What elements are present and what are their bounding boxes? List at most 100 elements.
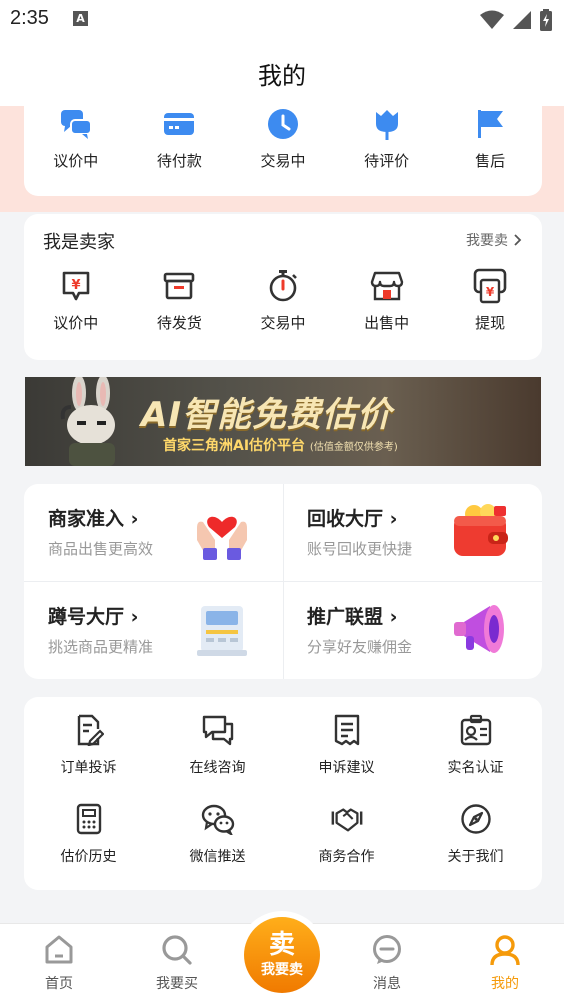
chat-icon: [201, 713, 235, 747]
status-bar: 2:35 A: [0, 0, 564, 40]
service-about-us[interactable]: 关于我们: [411, 802, 540, 866]
tab-buy[interactable]: 我要买: [132, 934, 222, 993]
megaphone-icon: [454, 605, 504, 653]
service-wechat-push[interactable]: 微信推送: [153, 802, 282, 866]
service-appeal-suggestion[interactable]: 申诉建议: [282, 713, 411, 777]
heart-hands-icon: [197, 516, 247, 560]
order-item-to-review[interactable]: 待评价: [335, 106, 439, 171]
order-item-label: 待付款: [156, 152, 202, 170]
order-item-label: 议价中: [53, 152, 99, 170]
seller-row: ¥ 议价中 待发货 交易中 出售中 ¥ 提现: [24, 268, 542, 333]
tab-label: 我的: [491, 976, 519, 992]
sell-link[interactable]: 我要卖: [466, 230, 522, 250]
seller-item-in-trade[interactable]: 交易中: [231, 268, 335, 333]
message-icon: [373, 935, 401, 964]
ai-valuation-banner[interactable]: AI智能免费估价 首家三角洲AI估价平台 (估值金额仅供参考): [25, 377, 541, 466]
shop-icon: [369, 268, 405, 304]
service-label: 在线咨询: [189, 760, 246, 776]
box-icon: [161, 268, 197, 304]
banner-headline: AI智能免费估价: [141, 395, 392, 435]
svg-text:¥: ¥: [71, 278, 80, 293]
home-icon: [45, 935, 73, 964]
services-card: 订单投诉 在线咨询 申诉建议 实名认证 估价历史 微信推送 商务合作 关于我们: [24, 697, 542, 890]
service-label: 实名认证: [447, 760, 504, 776]
compass-icon: [459, 802, 493, 836]
service-real-name-auth[interactable]: 实名认证: [411, 713, 540, 777]
register-icon: [197, 606, 247, 656]
yen-bubble-icon: ¥: [58, 268, 94, 304]
feature-subtitle: 挑选商品更精准: [48, 638, 154, 656]
feature-title: 推广联盟 ›: [307, 606, 398, 628]
tab-label: 首页: [45, 976, 73, 992]
tab-label: 消息: [373, 976, 401, 992]
seller-item-label: 出售中: [364, 314, 410, 332]
feature-subtitle: 商品出售更高效: [48, 540, 154, 558]
flag-icon: [472, 106, 508, 142]
tab-profile[interactable]: 我的: [460, 934, 550, 993]
chevron-right-icon: [514, 234, 522, 246]
service-valuation-history[interactable]: 估价历史: [24, 802, 153, 866]
seller-item-on-sale[interactable]: 出售中: [335, 268, 439, 333]
feature-promotion-alliance[interactable]: 推广联盟 › 分享好友赚佣金: [283, 582, 542, 679]
svg-text:¥: ¥: [486, 285, 495, 299]
tab-label: 我要买: [156, 976, 198, 992]
feature-recycle-hall[interactable]: 回收大厅 › 账号回收更快捷: [283, 484, 542, 581]
feature-subtitle: 分享好友赚佣金: [307, 638, 413, 656]
card-icon: [161, 106, 197, 142]
order-item-negotiating[interactable]: 议价中: [24, 106, 128, 171]
battery-icon: [540, 9, 552, 31]
seller-item-withdraw[interactable]: ¥ 提现: [438, 268, 542, 333]
service-label: 申诉建议: [318, 760, 375, 776]
orders-card: 议价中 待付款 交易中 待评价 售后: [24, 106, 542, 196]
status-indicators: [480, 9, 552, 31]
rabbit-mascot-icon: [60, 377, 115, 466]
wifi-icon: [480, 10, 504, 29]
banner-note: (估值金额仅供参考): [309, 442, 398, 453]
service-label: 估价历史: [60, 849, 117, 865]
seller-title: 我是卖家: [43, 232, 115, 253]
page-title: 我的: [258, 62, 306, 90]
calculator-icon: [72, 802, 106, 836]
seller-card: 我是卖家 我要卖 ¥ 议价中 待发货 交易中 出售中 ¥ 提现: [24, 214, 542, 360]
tab-messages[interactable]: 消息: [342, 934, 432, 993]
edit-document-icon: [72, 713, 106, 747]
sell-link-label: 我要卖: [466, 233, 508, 249]
service-business-cooperation[interactable]: 商务合作: [282, 802, 411, 866]
handshake-icon: [330, 802, 364, 836]
tab-home[interactable]: 首页: [14, 934, 104, 993]
feature-merchant-entry[interactable]: 商家准入 › 商品出售更高效: [24, 484, 283, 581]
stopwatch-icon: [265, 268, 301, 304]
order-item-label: 交易中: [260, 152, 306, 170]
feature-title: 蹲号大厅 ›: [48, 606, 139, 628]
status-time: 2:35: [10, 7, 49, 29]
seller-item-label: 议价中: [53, 314, 99, 332]
feature-grid: 商家准入 › 商品出售更高效 回收大厅 › 账号回收更快捷 蹲号大厅 › 挑选商…: [24, 484, 542, 679]
banner-subline-text: 首家三角洲AI估价平台: [163, 438, 306, 454]
signal-icon: [513, 11, 531, 29]
service-label: 商务合作: [318, 849, 375, 865]
seller-item-label: 提现: [475, 314, 506, 332]
order-item-in-trade[interactable]: 交易中: [231, 106, 335, 171]
page-header: 我的: [0, 40, 564, 106]
clock-icon: [265, 106, 301, 142]
sell-button[interactable]: 卖 我要卖: [244, 917, 320, 993]
tulip-icon: [369, 106, 405, 142]
order-item-after-sales[interactable]: 售后: [438, 106, 542, 171]
feature-watch-hall[interactable]: 蹲号大厅 › 挑选商品更精准: [24, 582, 283, 679]
notification-icon: A: [73, 11, 88, 26]
wallet-icon: [454, 504, 508, 556]
order-item-pending-payment[interactable]: 待付款: [128, 106, 232, 171]
service-label: 订单投诉: [60, 760, 117, 776]
feature-title: 回收大厅 ›: [307, 508, 398, 530]
receipt-icon: [330, 713, 364, 747]
seller-item-to-ship[interactable]: 待发货: [128, 268, 232, 333]
user-icon: [490, 935, 520, 966]
id-card-icon: [459, 713, 493, 747]
seller-item-label: 交易中: [260, 314, 306, 332]
service-online-consult[interactable]: 在线咨询: [153, 713, 282, 777]
seller-item-negotiating[interactable]: ¥ 议价中: [24, 268, 128, 333]
orders-row: 议价中 待付款 交易中 待评价 售后: [24, 106, 542, 171]
service-label: 关于我们: [447, 849, 504, 865]
service-order-complaint[interactable]: 订单投诉: [24, 713, 153, 777]
search-icon: [162, 935, 192, 965]
